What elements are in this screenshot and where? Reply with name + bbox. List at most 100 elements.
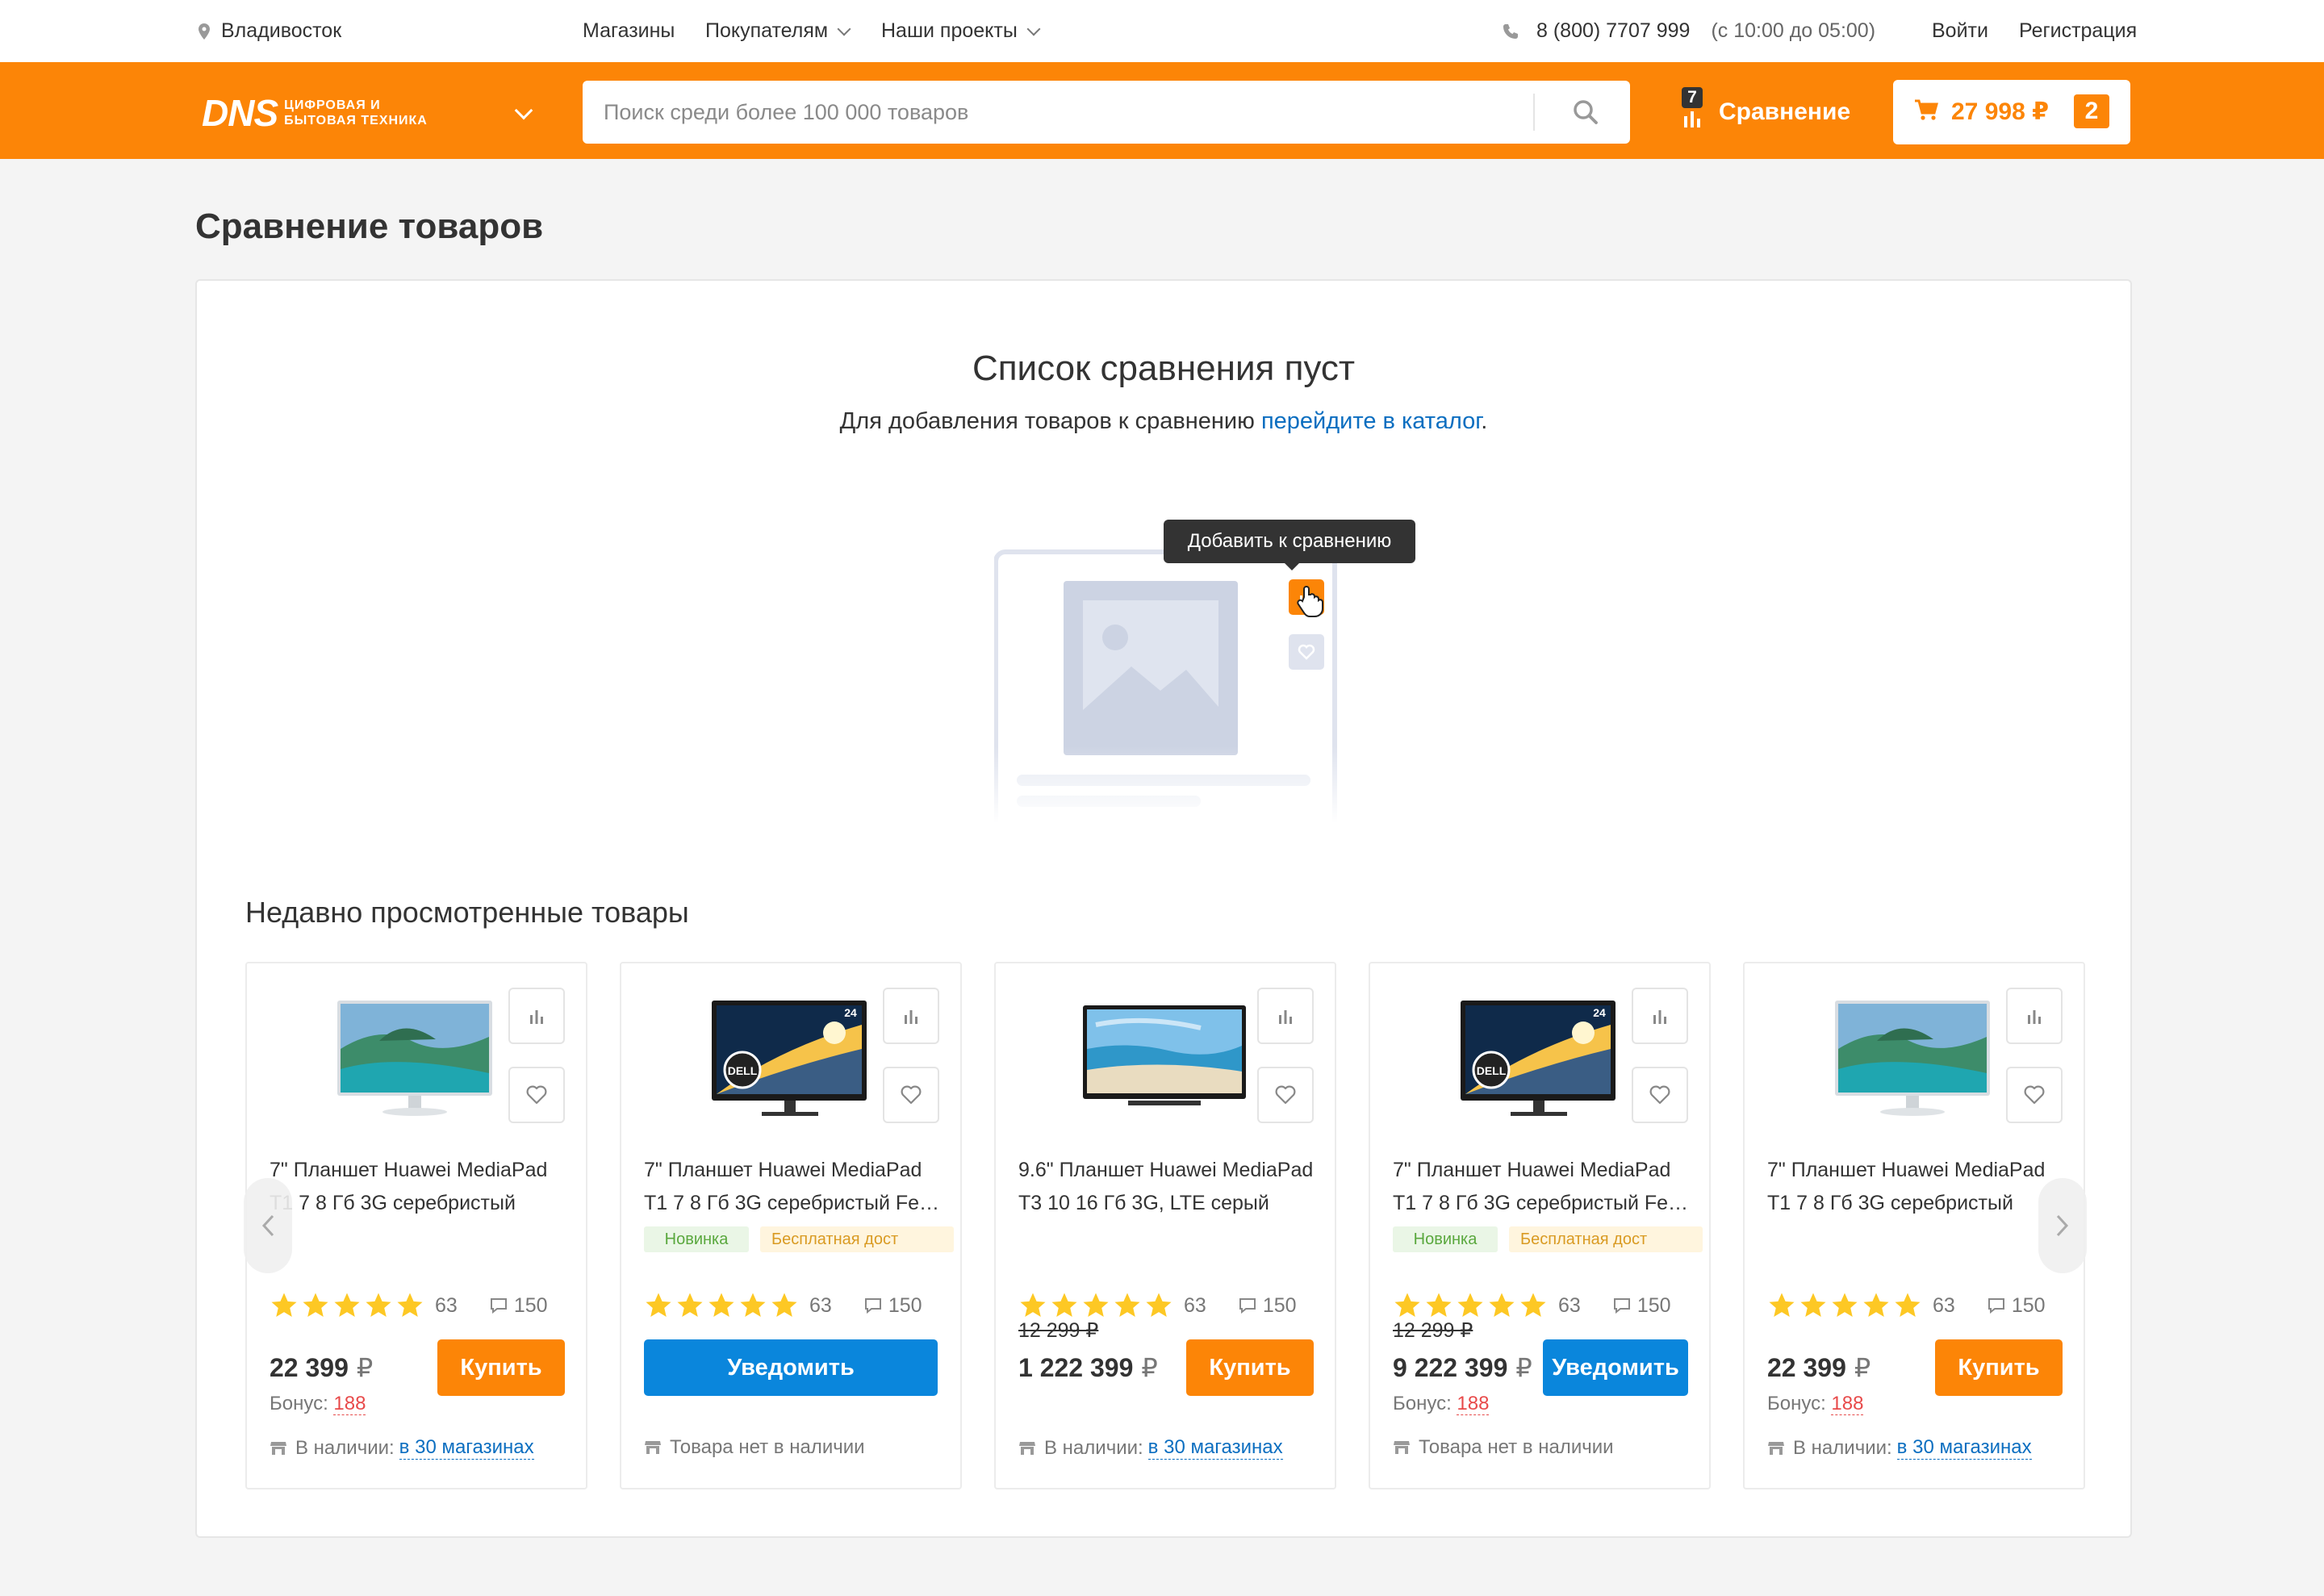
comment-icon (864, 1298, 881, 1314)
compare-button[interactable] (883, 988, 939, 1044)
comment-icon (1988, 1298, 2004, 1314)
buy-button[interactable]: Купить (1186, 1339, 1314, 1396)
product-rating: 63 150 (644, 1289, 922, 1322)
price-currency: ₽ (1515, 1353, 1532, 1382)
product-name[interactable]: 7" Планшет Huawei MediaPad T1 7 8 Гб 3G с… (1767, 1154, 2069, 1220)
compare-bars-icon (1279, 1010, 1292, 1024)
star-icon (1426, 1293, 1452, 1318)
heart-icon (1275, 1085, 1296, 1105)
store-icon (270, 1441, 286, 1455)
product-card[interactable]: DELL 24 7" Планшет Huawei MediaPad T1 7 8… (1369, 962, 1711, 1489)
carousel-next-button[interactable] (2038, 1178, 2087, 1273)
notify-button[interactable]: Уведомить (644, 1339, 938, 1396)
reviews-link[interactable]: 150 (1613, 1294, 1671, 1318)
wishlist-button[interactable] (2006, 1067, 2063, 1123)
buy-button[interactable]: Купить (437, 1339, 565, 1396)
product-bonus: Бонус: 188 (1767, 1393, 1864, 1415)
chevron-left-icon (261, 1214, 274, 1237)
free-delivery-badge: Бесплатная дост (760, 1226, 954, 1252)
nav-customers[interactable]: Покупателям (705, 0, 851, 62)
store-icon (1394, 1441, 1410, 1454)
product-name[interactable]: 7" Планшет Huawei MediaPad T1 7 8 Гб 3G с… (644, 1154, 946, 1220)
price-currency: ₽ (1141, 1353, 1158, 1382)
wishlist-button[interactable] (1257, 1067, 1314, 1123)
product-name[interactable]: 7" Планшет Huawei MediaPad T1 7 8 Гб 3G с… (270, 1154, 571, 1220)
product-bonus: Бонус: 188 (270, 1393, 366, 1415)
compare-button[interactable] (2006, 988, 2063, 1044)
search-input[interactable] (583, 81, 1535, 144)
star-icon (271, 1293, 297, 1318)
empty-text: Для добавления товаров к сравнению перей… (197, 408, 2130, 435)
reviews-link[interactable]: 150 (1239, 1294, 1297, 1318)
product-card[interactable]: 7" Планшет Huawei MediaPad T1 7 8 Гб 3G с… (1743, 962, 2085, 1489)
store-icon (645, 1441, 661, 1454)
carousel-prev-button[interactable] (244, 1178, 292, 1273)
product-name-line2: T1 7 8 Гб 3G серебристый Feq... (644, 1192, 946, 1214)
old-price: 12 299 ₽ (1393, 1319, 1473, 1342)
compare-bars-icon (1684, 111, 1700, 127)
stock-stores-link[interactable]: в 30 магазинах (1147, 1436, 1283, 1460)
wishlist-button[interactable] (883, 1067, 939, 1123)
notify-button[interactable]: Уведомить (1543, 1339, 1688, 1396)
login-label: Войти (1932, 19, 1988, 42)
compare-button[interactable] (508, 988, 565, 1044)
wishlist-button[interactable] (508, 1067, 565, 1123)
product-card[interactable]: DELL 24 7" Планшет Huawei MediaPad T1 7 8… (620, 962, 962, 1489)
product-name[interactable]: 7" Планшет Huawei MediaPad T1 7 8 Гб 3G с… (1393, 1154, 1695, 1220)
star-icon (303, 1293, 328, 1318)
svg-text:24: 24 (844, 1006, 857, 1019)
product-card[interactable]: 9.6" Планшет Huawei MediaPad T3 10 16 Гб … (994, 962, 1336, 1489)
product-bonus: Бонус: 188 (1393, 1393, 1490, 1415)
product-image: DELL 24 (1461, 1001, 1616, 1116)
stock-label: Товара нет в наличии (1419, 1436, 1614, 1458)
cart-icon (1915, 99, 1938, 120)
chevron-down-icon (837, 22, 851, 36)
catalog-link[interactable]: перейдите в каталог (1261, 408, 1481, 434)
star-icon (1114, 1293, 1140, 1318)
bonus-label: Бонус: (270, 1393, 328, 1414)
reviews-link[interactable]: 150 (1988, 1294, 2046, 1318)
reviews-link[interactable]: 150 (490, 1294, 548, 1318)
nav-stores[interactable]: Магазины (583, 0, 675, 62)
city-selector[interactable]: Владивосток (199, 0, 341, 62)
comment-icon (1613, 1298, 1630, 1314)
product-rating: 63 150 (270, 1289, 548, 1322)
search-button[interactable] (1541, 81, 1630, 144)
compare-link[interactable]: 7 Сравнение (1680, 87, 1850, 139)
compare-label: Сравнение (1719, 98, 1851, 125)
stock-stores-link[interactable]: в 30 магазинах (399, 1436, 534, 1460)
product-card[interactable]: 7" Планшет Huawei MediaPad T1 7 8 Гб 3G с… (245, 962, 587, 1489)
register-label: Регистрация (2019, 19, 2138, 42)
dns-logo[interactable]: DNS ЦИФРОВАЯ И БЫТОВАЯ ТЕХНИКА (202, 94, 428, 132)
compare-button[interactable] (1257, 988, 1314, 1044)
empty-text-end: . (1481, 408, 1488, 434)
top-bar: Владивосток Магазины Покупателям Наши пр… (0, 0, 2324, 62)
register-link[interactable]: Регистрация (2019, 0, 2137, 62)
stock-status: В наличии: в 30 магазинах (1767, 1436, 2032, 1460)
star-icon (1769, 1293, 1795, 1318)
star-icon (1489, 1293, 1515, 1318)
star-icon (1051, 1293, 1077, 1318)
new-badge: Новинка (1393, 1226, 1498, 1252)
reviews-link[interactable]: 150 (864, 1294, 922, 1318)
product-name-line2: T1 7 8 Гб 3G серебристый (1767, 1192, 2013, 1214)
buy-button[interactable]: Купить (1935, 1339, 2063, 1396)
product-price: 22 399 ₽ (270, 1352, 373, 1383)
phone-block[interactable]: 8 (800) 7707 999 (с 10:00 до 05:00) (1503, 0, 1875, 62)
catalog-chevron-icon[interactable] (514, 101, 533, 120)
login-link[interactable]: Войти (1932, 0, 1988, 62)
product-image (337, 1001, 492, 1116)
cart-button[interactable]: 27 998 ₽ 2 (1893, 80, 2130, 144)
price-value: 9 222 399 (1393, 1353, 1508, 1382)
free-delivery-badge: Бесплатная дост (1509, 1226, 1703, 1252)
stock-status: Товара нет в наличии (644, 1436, 865, 1459)
product-name[interactable]: 9.6" Планшет Huawei MediaPad T3 10 16 Гб … (1018, 1154, 1320, 1220)
add-to-compare-tooltip: Добавить к сравнению (1164, 520, 1415, 570)
search-divider (1533, 94, 1535, 131)
compare-button[interactable] (1632, 988, 1688, 1044)
stock-status: В наличии: в 30 магазинах (270, 1436, 534, 1460)
stock-stores-link[interactable]: в 30 магазинах (1896, 1436, 2032, 1460)
bonus-label: Бонус: (1767, 1393, 1826, 1414)
wishlist-button[interactable] (1632, 1067, 1688, 1123)
nav-projects[interactable]: Наши проекты (881, 0, 1041, 62)
